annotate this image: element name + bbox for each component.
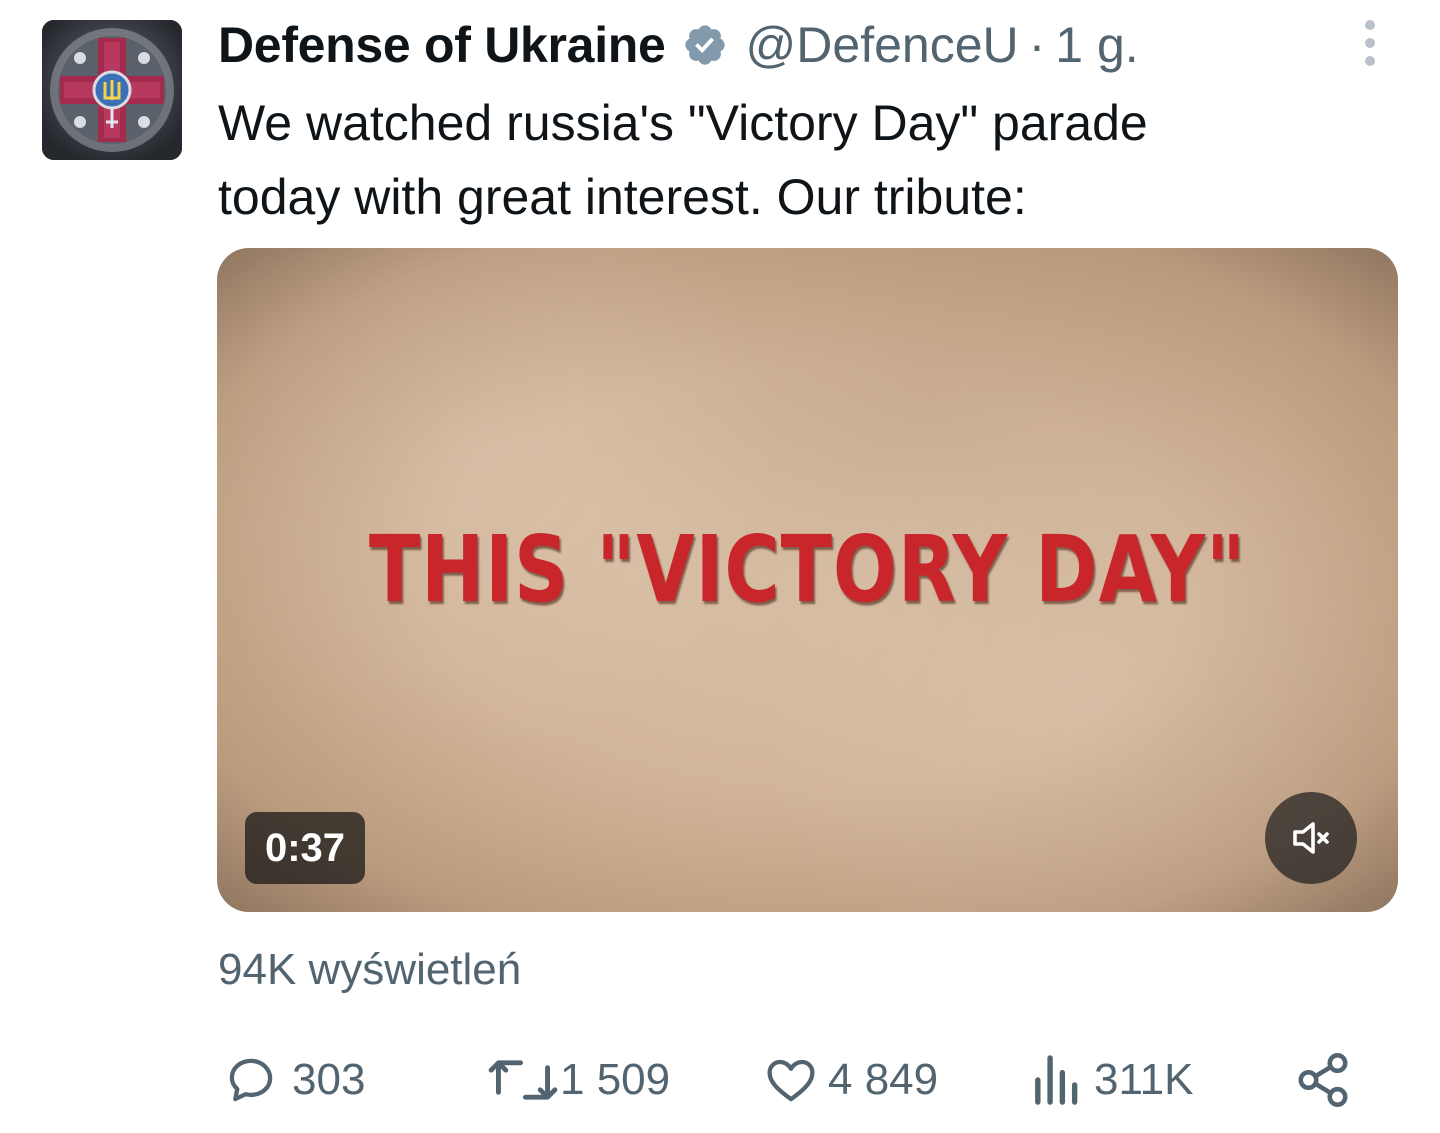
tweet-timestamp[interactable]: 1 g. — [1055, 16, 1138, 74]
mute-button[interactable] — [1265, 792, 1357, 884]
view-count: 94K wyświetleń — [218, 945, 521, 995]
speaker-muted-icon — [1293, 822, 1329, 854]
like-count: 4 849 — [828, 1055, 939, 1104]
analytics-button[interactable]: 311K — [1030, 1040, 1194, 1120]
author-name[interactable]: Defense of Ukraine — [218, 16, 666, 74]
video-frame-title: THIS "VICTORY DAY" — [368, 516, 1247, 623]
more-options-icon[interactable] — [1352, 18, 1388, 68]
reply-count: 303 — [292, 1055, 366, 1104]
author-handle[interactable]: @DefenceU — [746, 16, 1019, 74]
header-separator: · — [1028, 17, 1046, 73]
defense-emblem-icon — [42, 20, 182, 160]
heart-icon — [767, 1059, 815, 1102]
reply-bubble-icon — [229, 1058, 273, 1102]
share-button[interactable] — [1294, 1040, 1352, 1120]
reply-button[interactable]: 303 — [222, 1040, 365, 1120]
tweet-text: We watched russia's "Victory Day" parade… — [218, 86, 1398, 234]
tweet-header: Defense of Ukraine @DefenceU · 1 g. — [218, 12, 1139, 78]
analytics-count: 311K — [1094, 1055, 1194, 1104]
verified-badge-icon[interactable] — [682, 22, 728, 68]
share-icon — [1298, 1053, 1348, 1107]
action-bar: 303 1 509 4 849 311K — [0, 1040, 1440, 1120]
view-count-label: 94K wyświetleń — [218, 945, 522, 994]
retweet-icon — [488, 1060, 558, 1100]
avatar[interactable] — [42, 20, 182, 160]
tweet-text-line: We watched russia's "Victory Day" parade — [218, 95, 1148, 151]
like-button[interactable]: 4 849 — [762, 1040, 938, 1120]
video-duration-badge: 0:37 — [245, 812, 365, 884]
tweet-text-line: today with great interest. Our tribute: — [218, 169, 1027, 225]
bar-chart-icon — [1035, 1055, 1078, 1105]
retweet-count: 1 509 — [560, 1055, 671, 1104]
retweet-button[interactable]: 1 509 — [488, 1040, 670, 1120]
video-player[interactable]: THIS "VICTORY DAY" 0:37 — [217, 248, 1398, 912]
